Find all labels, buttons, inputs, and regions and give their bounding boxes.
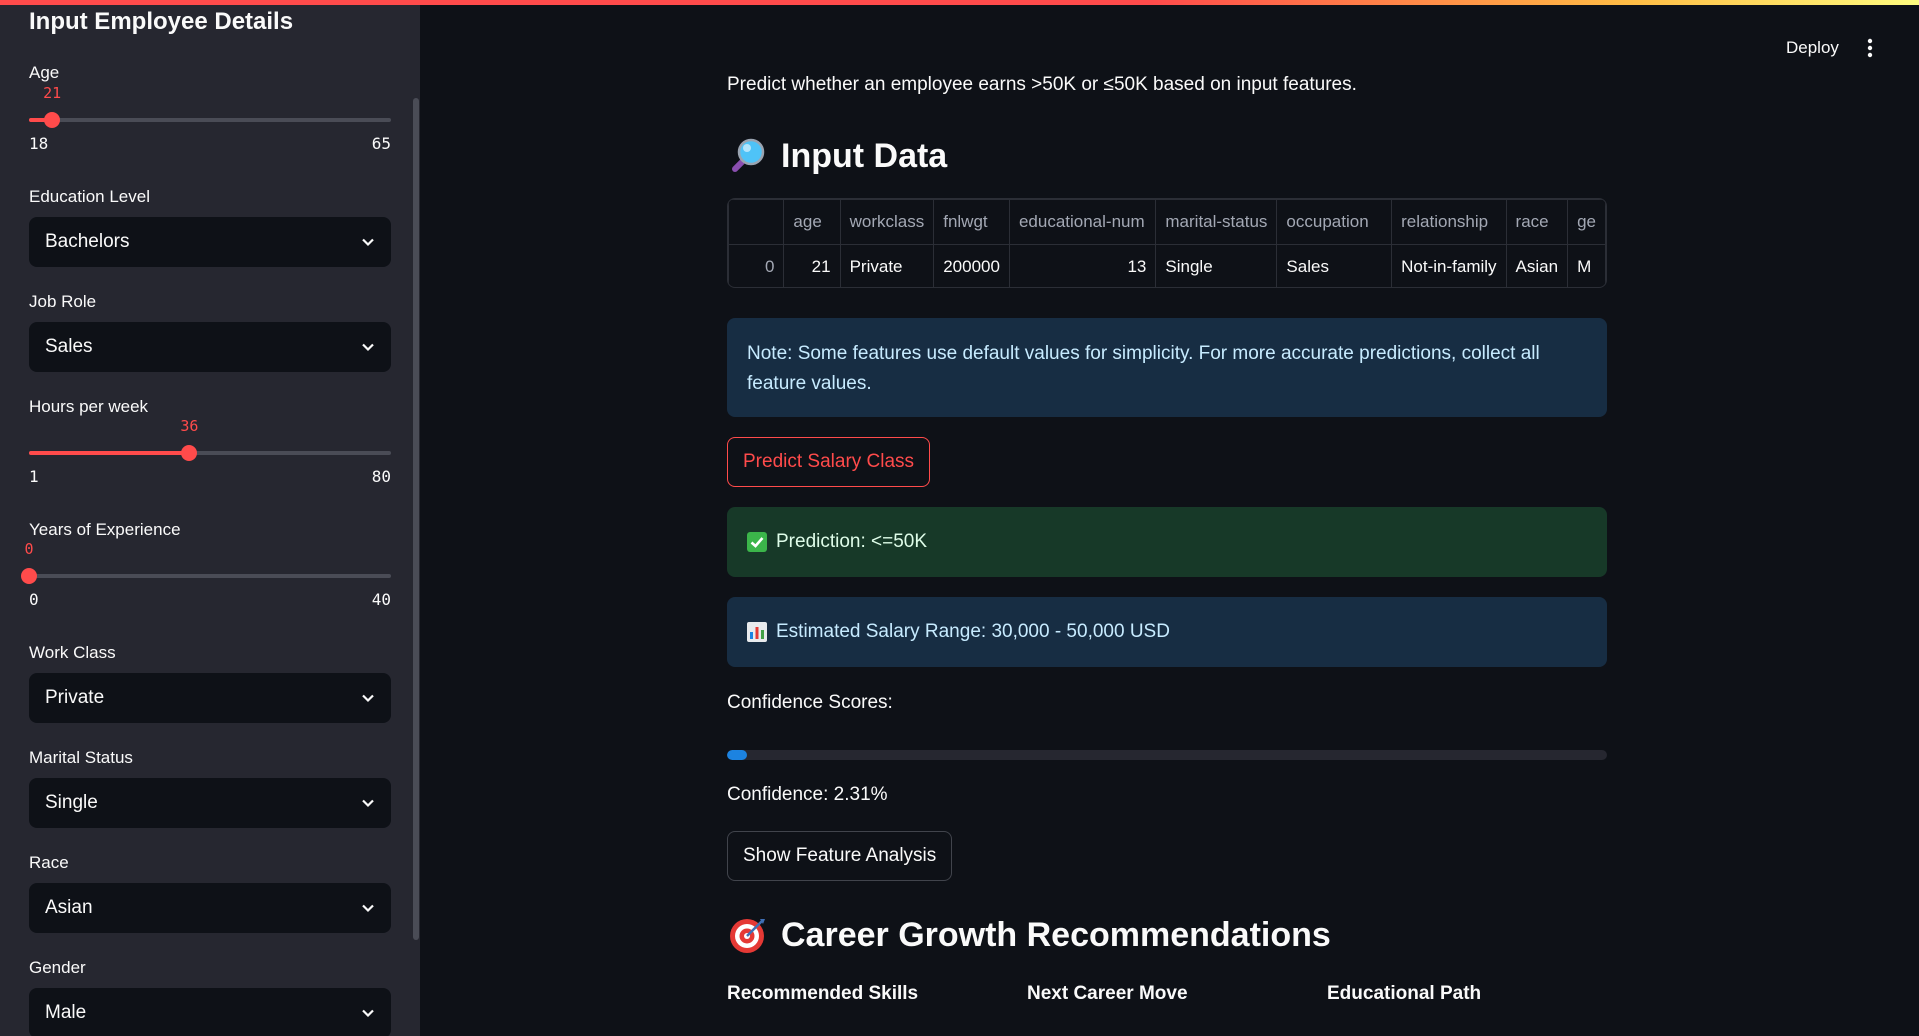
hours-slider[interactable]: 36 1 80 (29, 417, 391, 486)
gender-label: Gender (29, 958, 86, 977)
hours-slider-max: 80 (371, 467, 391, 486)
salary-range-alert: Estimated Salary Range: 30,000 - 50,000 … (727, 597, 1607, 667)
next-career-move-heading: Next Career Move (1027, 983, 1188, 1004)
column-header[interactable]: age (783, 199, 841, 245)
chevron-down-icon (362, 694, 374, 703)
confidence-label: Confidence Scores: (727, 692, 893, 713)
recommended-skills-heading: Recommended Skills (727, 983, 919, 1004)
column-header[interactable]: race (1505, 199, 1569, 245)
marital-select-value: Single (45, 792, 98, 813)
input-data-heading-text: Input Data (781, 136, 948, 175)
job-role-select[interactable]: Sales (29, 322, 391, 372)
chevron-down-icon (362, 343, 374, 352)
prediction-alert: Prediction: <=50K (727, 507, 1607, 577)
intro-text: Predict whether an employee earns >50K o… (727, 74, 1357, 95)
experience-slider-value: 0 (24, 540, 34, 558)
sidebar-title: Input Employee Details (29, 8, 294, 35)
table-header-row: age workclass fnlwgt educational-num mar… (728, 199, 1606, 245)
race-select[interactable]: Asian (29, 883, 391, 933)
age-slider-min: 18 (29, 134, 49, 153)
magnifying-glass-icon (732, 138, 765, 172)
career-heading-text: Career Growth Recommendations (781, 915, 1331, 954)
experience-label: Years of Experience (29, 520, 181, 539)
hours-slider-fill (29, 451, 190, 455)
age-slider[interactable]: 21 18 65 (29, 84, 391, 153)
work-class-label: Work Class (29, 643, 116, 662)
hours-slider-min: 1 (29, 467, 39, 486)
salary-range-text: Estimated Salary Range: 30,000 - 50,000 … (776, 621, 1170, 642)
column-header[interactable]: marital-status (1155, 199, 1278, 245)
prediction-text: Prediction: <=50K (776, 531, 928, 552)
column-header[interactable]: educational-num (1008, 199, 1157, 245)
marital-select[interactable]: Single (29, 778, 391, 828)
target-icon (730, 919, 765, 953)
experience-slider-min: 0 (29, 590, 39, 609)
table-cell[interactable]: Sales (1276, 244, 1393, 287)
education-select[interactable]: Bachelors (29, 217, 391, 267)
table-cell[interactable]: 0 (728, 244, 785, 287)
column-header[interactable] (728, 199, 785, 245)
column-header[interactable]: relationship (1391, 199, 1507, 245)
column-header[interactable]: ge (1567, 199, 1606, 245)
sidebar: Input Employee Details Age 21 18 65 Educ… (0, 0, 420, 1036)
experience-slider-thumb[interactable] (21, 568, 37, 584)
educational-path-heading: Educational Path (1327, 983, 1482, 1004)
race-label: Race (29, 853, 69, 872)
column-header[interactable]: fnlwgt (933, 199, 1010, 245)
table-cell[interactable]: Private (839, 244, 935, 287)
deploy-button[interactable]: Deploy (1786, 38, 1839, 58)
age-slider-max: 65 (371, 134, 391, 153)
experience-slider-max: 40 (371, 590, 391, 609)
career-heading: Career Growth Recommendations (727, 915, 1331, 955)
table-cell[interactable]: Not-in-family (1391, 244, 1507, 287)
table-cell[interactable]: M (1567, 244, 1606, 287)
age-slider-thumb[interactable] (44, 112, 61, 128)
hours-slider-value: 36 (180, 417, 199, 435)
top-accent-bar (0, 0, 1919, 5)
chevron-down-icon (362, 238, 374, 247)
bar-chart-icon (747, 622, 767, 642)
confidence-progress-fill (727, 750, 748, 760)
gender-select-value: Male (45, 1002, 87, 1023)
hours-slider-thumb[interactable] (181, 445, 198, 461)
chevron-down-icon (362, 1009, 374, 1018)
input-data-heading: Input Data (727, 136, 947, 176)
table-cell[interactable]: 21 (783, 244, 841, 287)
sidebar-scrollbar[interactable] (413, 98, 419, 940)
job-role-select-value: Sales (45, 336, 93, 357)
education-label: Education Level (29, 187, 150, 206)
chevron-down-icon (362, 904, 374, 913)
predict-salary-button[interactable]: Predict Salary Class (727, 437, 931, 487)
table-cell[interactable]: 200000 (933, 244, 1010, 287)
table-row: 0 21 Private 200000 13 Single Sales Not-… (728, 244, 1606, 287)
table-cell[interactable]: Asian (1505, 244, 1569, 287)
info-note: Note: Some features use default values f… (727, 318, 1607, 417)
table-cell[interactable]: Single (1155, 244, 1278, 287)
confidence-progress-bar (727, 750, 1607, 760)
marital-label: Marital Status (29, 748, 133, 767)
column-header[interactable]: occupation (1276, 199, 1393, 245)
race-select-value: Asian (45, 897, 93, 918)
work-class-select-value: Private (45, 687, 105, 708)
chevron-down-icon (362, 799, 374, 808)
column-header[interactable]: workclass (839, 199, 935, 245)
confidence-text: Confidence: 2.31% (727, 784, 888, 805)
gender-select[interactable]: Male (29, 988, 391, 1036)
age-slider-value: 21 (43, 84, 62, 102)
work-class-select[interactable]: Private (29, 673, 391, 723)
job-role-label: Job Role (29, 292, 97, 311)
age-label: Age (29, 63, 60, 82)
education-select-value: Bachelors (45, 231, 130, 252)
input-data-table[interactable]: age workclass fnlwgt educational-num mar… (727, 198, 1607, 288)
hours-label: Hours per week (29, 397, 149, 416)
experience-slider[interactable]: 0 0 40 (21, 540, 391, 609)
table-cell[interactable]: 13 (1008, 244, 1157, 287)
show-feature-analysis-button[interactable]: Show Feature Analysis (727, 831, 953, 881)
kebab-menu-icon[interactable] (1867, 38, 1873, 58)
check-mark-icon (747, 532, 767, 552)
